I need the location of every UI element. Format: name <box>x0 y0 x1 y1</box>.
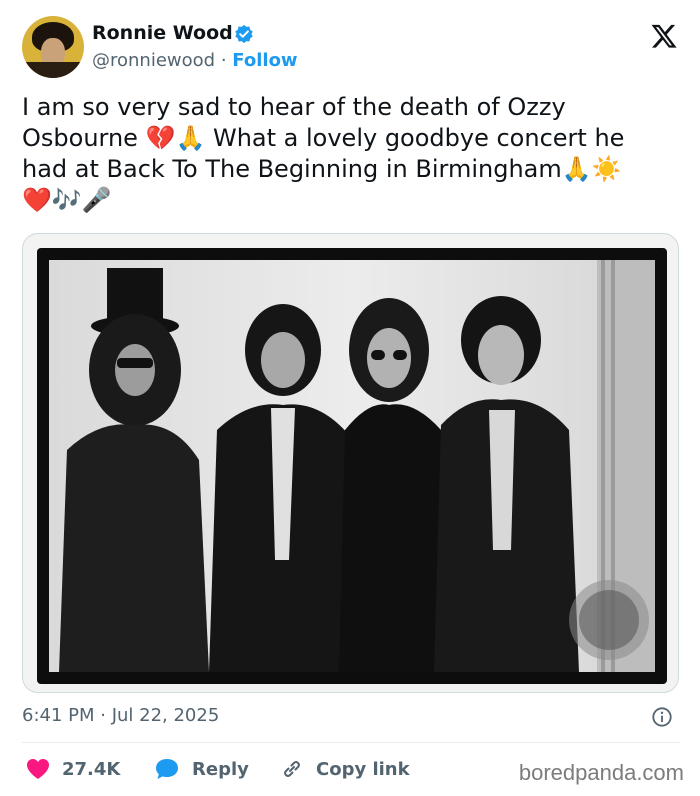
reply-button[interactable]: Reply <box>154 752 249 786</box>
tweet-timestamp[interactable]: 6:41 PM · Jul 22, 2025 <box>22 705 219 726</box>
tweet-line: had at Back To The Beginning in Birmingh… <box>22 155 622 183</box>
follow-button[interactable]: Follow <box>232 50 297 71</box>
photo-frame <box>37 248 667 684</box>
like-count: 27.4K <box>62 758 121 780</box>
photo-illustration <box>59 260 655 672</box>
boredpanda-watermark: boredpanda.com <box>518 760 684 785</box>
x-logo-icon[interactable] <box>650 22 678 50</box>
reply-bubble-icon <box>156 759 178 779</box>
author-name[interactable]: Ronnie Wood <box>92 22 233 44</box>
reply-label: Reply <box>192 758 249 780</box>
verified-badge-icon <box>235 24 253 44</box>
author-avatar[interactable] <box>22 16 84 78</box>
heart-icon <box>27 759 49 779</box>
photo-of-four-musicians <box>49 260 655 672</box>
tweet-header: Ronnie Wood @ronniewood · Follow <box>22 16 682 80</box>
tweet-text: I am so very sad to hear of the death of… <box>22 92 682 216</box>
tweet-line: I am so very sad to hear of the death of… <box>22 93 566 121</box>
handle-separator: · <box>220 50 227 71</box>
tweet-line: Osbourne 💔🙏 What a lovely goodbye concer… <box>22 124 625 152</box>
author-handle[interactable]: @ronniewood <box>92 50 215 71</box>
tweet-actions: 27.4K Reply Copy link <box>22 752 482 786</box>
copy-link-button[interactable]: Copy link <box>280 752 410 786</box>
link-icon <box>284 761 300 777</box>
tweet-line: ❤️🎶🎤 <box>22 186 112 214</box>
tweet-photo[interactable] <box>22 233 679 693</box>
copy-link-label: Copy link <box>316 758 410 780</box>
info-icon[interactable] <box>651 706 673 728</box>
actions-divider <box>22 742 680 743</box>
like-button[interactable]: 27.4K <box>26 752 120 786</box>
